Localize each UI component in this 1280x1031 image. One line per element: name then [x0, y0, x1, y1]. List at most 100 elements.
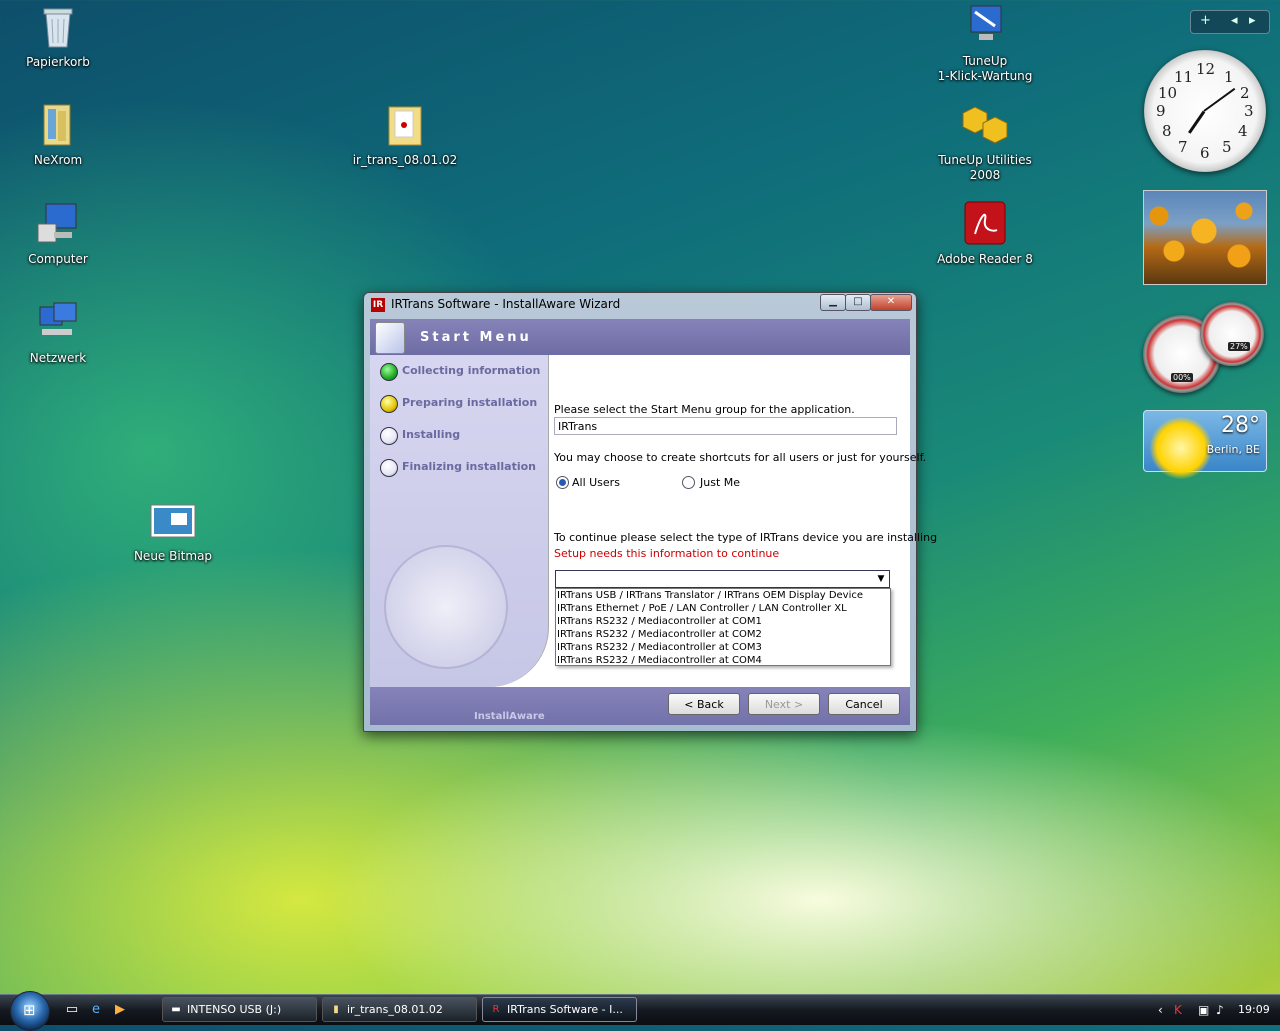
tray-expand-icon[interactable]: ‹ [1158, 1003, 1163, 1017]
clock-number: 5 [1222, 138, 1232, 156]
close-button[interactable]: ✕ [870, 294, 912, 311]
desktop-icon-label: TuneUp Utilities 2008 [938, 153, 1032, 182]
windows-logo-icon: ⊞ [23, 1001, 36, 1019]
dropdown-option[interactable]: IRTrans RS232 / Mediacontroller at COM2 [557, 628, 762, 641]
step-status-icon [380, 427, 398, 445]
irtrans-icon: R [492, 1004, 500, 1015]
weather-temperature: 28° [1221, 413, 1260, 438]
volume-icon[interactable]: ♪ [1216, 1003, 1224, 1017]
antivirus-icon[interactable]: K [1174, 1003, 1182, 1017]
folder-icon [381, 101, 429, 149]
taskbar: ⊞ ▭ e ▶ ▬ INTENSO USB (J:) ▮ ir_trans_08… [0, 991, 1280, 1031]
back-button[interactable]: < Back [668, 693, 740, 715]
adobe-reader-icon [961, 200, 1009, 248]
computer-icon [34, 200, 82, 248]
irtrans-app-icon: IR [371, 298, 385, 312]
dropdown-option[interactable]: IRTrans USB / IRTrans Translator / IRTra… [557, 589, 863, 602]
minimize-button[interactable]: ▁ [820, 294, 846, 311]
device-prompt: To continue please select the type of IR… [554, 531, 938, 544]
title-bar[interactable]: IR IRTrans Software - InstallAware Wizar… [364, 293, 916, 317]
cancel-button[interactable]: Cancel [828, 693, 900, 715]
cpu-value: 00% [1171, 373, 1193, 382]
folder-icon [34, 101, 82, 149]
internet-explorer-icon[interactable]: e [88, 1002, 104, 1018]
tuneup-utilities-icon [961, 101, 1009, 149]
device-type-dropdown: IRTrans USB / IRTrans Translator / IRTra… [555, 588, 891, 666]
clock-number: 3 [1244, 102, 1254, 120]
taskbar-item-label: IRTrans Software - I... [507, 1003, 623, 1016]
step-status-icon [380, 459, 398, 477]
desktop-icon-label: Neue Bitmap [133, 549, 213, 563]
clock-gadget[interactable]: 12 1 2 3 4 5 6 7 8 9 10 11 [1144, 50, 1266, 172]
dropdown-option[interactable]: IRTrans Ethernet / PoE / LAN Controller … [557, 602, 847, 615]
taskbar-item-label: ir_trans_08.01.02 [347, 1003, 443, 1016]
media-player-icon[interactable]: ▶ [112, 1002, 128, 1018]
memory-value: 27% [1228, 342, 1250, 351]
just-me-label[interactable]: Just Me [700, 476, 740, 489]
tuneup-icon [961, 2, 1009, 50]
taskbar-item-irtrans-wizard[interactable]: R IRTrans Software - I... [482, 997, 637, 1022]
clock-minute-hand [1203, 87, 1236, 112]
sidebar-prev-button[interactable]: ◂ [1231, 13, 1238, 28]
desktop-icon-label: Netzwerk [29, 351, 87, 365]
desktop-icon-ir-trans[interactable]: ir_trans_08.01.02 [350, 101, 460, 168]
desktop-icon-computer[interactable]: Computer [3, 200, 113, 267]
desktop-icon-nexrom[interactable]: NeXrom [3, 101, 113, 168]
dropdown-option[interactable]: IRTrans RS232 / Mediacontroller at COM1 [557, 615, 762, 628]
wizard-header: Start Menu [370, 319, 910, 355]
cd-graphic [384, 545, 508, 669]
desktop-icon-tuneup-utilities[interactable]: TuneUp Utilities 2008 [930, 101, 1040, 183]
folder-icon: ▮ [333, 1004, 339, 1015]
maximize-button[interactable]: □ [845, 294, 871, 311]
weather-city: Berlin, BE [1206, 443, 1260, 456]
clock-time[interactable]: 19:09 [1238, 1003, 1270, 1016]
wizard-window: IR IRTrans Software - InstallAware Wizar… [363, 292, 937, 732]
clock-number: 2 [1240, 84, 1250, 102]
window-title: IRTrans Software - InstallAware Wizard [391, 297, 621, 311]
all-users-radio[interactable] [556, 476, 569, 489]
just-me-radio[interactable] [682, 476, 695, 489]
sidebar-add-button[interactable]: + [1200, 13, 1211, 28]
memory-meter-gadget[interactable]: 27% [1200, 302, 1264, 366]
desktop-icon-label: Computer [28, 252, 88, 266]
desktop-icon-neue-bitmap[interactable]: Neue Bitmap [118, 497, 228, 564]
chevron-down-icon[interactable]: ▼ [873, 571, 889, 587]
clock-number: 4 [1238, 122, 1248, 140]
show-desktop-icon[interactable]: ▭ [64, 1002, 80, 1018]
steps-panel: Collecting information Preparing install… [370, 355, 549, 687]
clock-hour-hand [1188, 110, 1206, 134]
wizard-content: Please select the Start Menu group for t… [554, 355, 937, 687]
desktop-icon-adobe-reader[interactable]: Adobe Reader 8 [930, 200, 1040, 267]
next-button[interactable]: Next > [748, 693, 820, 715]
dropdown-option[interactable]: IRTrans RS232 / Mediacontroller at COM4 [557, 654, 762, 667]
device-type-select[interactable]: ▼ [555, 570, 890, 588]
clock-number: 9 [1156, 102, 1166, 120]
clock-number: 6 [1200, 144, 1210, 162]
start-button[interactable]: ⊞ [10, 991, 50, 1031]
bitmap-icon [149, 497, 197, 545]
start-menu-prompt: Please select the Start Menu group for t… [554, 403, 855, 416]
desktop-icon-netzwerk[interactable]: Netzwerk [3, 299, 113, 366]
desktop-icon-label: TuneUp 1-Klick-Wartung [937, 54, 1033, 83]
clock-number: 8 [1162, 122, 1172, 140]
desktop-icon-tuneup-1-klick[interactable]: TuneUp 1-Klick-Wartung [930, 2, 1040, 84]
sidebar-controls: + ◂ ▸ [1190, 10, 1270, 34]
step-label: Installing [402, 428, 461, 441]
sidebar-next-button[interactable]: ▸ [1249, 13, 1256, 28]
taskbar-item-intenso[interactable]: ▬ INTENSO USB (J:) [162, 997, 317, 1022]
taskbar-item-ir-trans-folder[interactable]: ▮ ir_trans_08.01.02 [322, 997, 477, 1022]
dropdown-option[interactable]: IRTrans RS232 / Mediacontroller at COM3 [557, 641, 762, 654]
weather-gadget[interactable]: 28° Berlin, BE [1143, 410, 1267, 479]
all-users-label[interactable]: All Users [572, 476, 620, 489]
desktop-icon-papierkorb[interactable]: Papierkorb [3, 3, 113, 70]
installer-icon [375, 322, 405, 354]
start-menu-group-input[interactable]: IRTrans [554, 417, 897, 435]
slideshow-gadget[interactable] [1143, 190, 1267, 285]
step-label: Finalizing installation [402, 460, 536, 473]
clock-number: 7 [1178, 138, 1188, 156]
step-status-icon [380, 363, 398, 381]
page-title: Start Menu [420, 330, 532, 345]
network-tray-icon[interactable]: ▣ [1198, 1003, 1209, 1017]
device-warning: Setup needs this information to continue [554, 547, 780, 560]
wizard-footer: InstallAware < Back Next > Cancel [370, 687, 910, 725]
